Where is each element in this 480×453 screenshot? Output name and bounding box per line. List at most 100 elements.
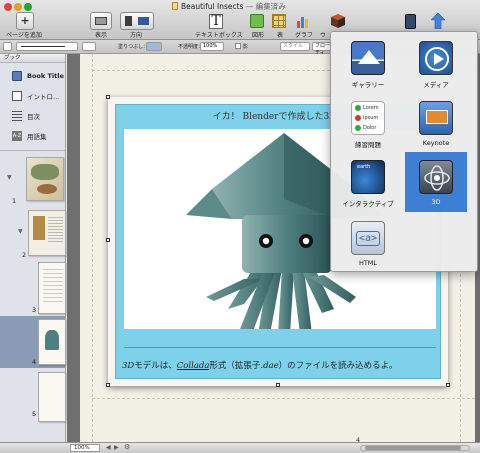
minimize-window-button[interactable] — [14, 3, 22, 11]
shadow-checkbox[interactable] — [235, 43, 241, 49]
textbox-button[interactable]: T — [208, 12, 224, 30]
share-button[interactable] — [430, 12, 446, 30]
add-page-button[interactable]: + — [16, 12, 34, 30]
html-icon: <a> — [351, 221, 385, 255]
podium-icon — [426, 110, 448, 124]
previous-page-icon[interactable]: ◀ — [106, 444, 111, 451]
insect-image — [37, 184, 57, 194]
text-lines — [43, 269, 63, 305]
media-label: メディア — [423, 81, 449, 89]
table-label: 表 — [277, 32, 284, 39]
line-style-popup[interactable] — [16, 42, 78, 51]
landscape-icon[interactable] — [138, 17, 149, 25]
fill-color-well[interactable] — [146, 42, 162, 51]
view-icon — [95, 17, 107, 25]
thumbnail-number: 1 — [12, 197, 17, 205]
widget-cube-icon — [331, 14, 345, 28]
floating-popup[interactable]: フローティ — [312, 42, 332, 56]
add-page-label: ページを追加 — [6, 32, 42, 39]
resize-handle[interactable] — [276, 383, 280, 387]
sidebar-item-label: Book Title — [27, 72, 64, 80]
chart-icon — [297, 17, 308, 28]
sidebar-item-glossary[interactable]: A-Z 用語集 — [0, 126, 65, 146]
sidebar-item-book-title[interactable]: Book Title — [0, 66, 65, 86]
shape-label: 図形 — [252, 32, 265, 39]
gear-icon[interactable]: ⚙ — [124, 443, 130, 451]
resize-handle[interactable] — [106, 238, 110, 242]
gallery-icon — [351, 41, 385, 75]
widget-3d[interactable]: 3D — [405, 152, 467, 212]
thumbnail-number: 3 — [32, 306, 37, 314]
play-icon — [419, 41, 453, 75]
stroke-style-menu[interactable] — [3, 42, 12, 51]
disclosure-triangle-icon[interactable]: ▼ — [7, 174, 12, 181]
html-label: HTML — [358, 259, 378, 267]
html-glyph: <a> — [355, 230, 381, 246]
opacity-field[interactable]: 100% — [200, 42, 224, 51]
zoom-popup[interactable]: 100% — [70, 444, 100, 452]
check-icon — [355, 105, 361, 111]
widget-interactive[interactable]: earth インタラクティブ — [337, 155, 399, 213]
chart-button[interactable] — [295, 12, 311, 30]
close-window-button[interactable] — [4, 3, 12, 11]
quiz-icon: Lorem Ipsum Dolor — [351, 101, 385, 135]
disclosure-triangle-icon[interactable]: ▼ — [18, 228, 23, 235]
sidebar-item-label: 用語集 — [27, 133, 47, 141]
sidebar-item-intro[interactable]: イントロ... — [0, 86, 65, 106]
inspector-button[interactable] — [403, 12, 417, 30]
horizontal-scrollbar[interactable] — [360, 445, 470, 451]
widget-keynote[interactable]: Keynote — [405, 96, 467, 154]
page-thumbnail[interactable] — [28, 210, 66, 256]
shadow-label: 影 — [243, 44, 249, 50]
widget-label: ウ — [320, 32, 327, 39]
inspector-icon — [404, 13, 416, 29]
widget-media[interactable]: メディア — [405, 36, 467, 94]
margin-guide — [92, 54, 93, 442]
bottom-bar: 100% ◀ ▶ ⚙ — [0, 442, 480, 453]
page-thumbnail-selected[interactable] — [38, 319, 66, 365]
quiz-line: Lorem — [363, 105, 379, 111]
sidebar: ブック Book Title イントロ... 目次 A-Z 用語集 ▼ 1 ▼ … — [0, 54, 66, 442]
insect-image — [33, 216, 45, 240]
orientation-control[interactable] — [120, 12, 154, 30]
sidebar-item-toc[interactable]: 目次 — [0, 106, 65, 126]
resize-handle[interactable] — [106, 95, 110, 99]
document-icon — [172, 2, 178, 10]
resize-handle[interactable] — [106, 383, 110, 387]
3d-icon — [419, 160, 453, 194]
page-thumbnail[interactable] — [26, 157, 64, 201]
stroke-width-field[interactable] — [82, 42, 96, 51]
keynote-icon — [419, 101, 453, 135]
earth-badge: earth — [356, 164, 372, 170]
page-thumbnail[interactable] — [38, 262, 66, 314]
widget-caption: 3Dモデルは、Collada形式（拡張子.dae）のファイルを読み込めるよ。 — [122, 361, 398, 371]
view-button[interactable] — [90, 12, 112, 30]
widget-gallery[interactable]: ギャラリー — [337, 36, 399, 94]
portrait-icon[interactable] — [125, 16, 132, 26]
zoom-window-button[interactable] — [24, 3, 32, 11]
table-button[interactable] — [271, 12, 287, 30]
keynote-label: Keynote — [422, 139, 450, 147]
line-sample-icon — [21, 46, 65, 47]
glossary-icon: A-Z — [12, 131, 22, 141]
widget-button[interactable] — [330, 12, 346, 30]
style-search-field[interactable]: スタイル — [280, 42, 310, 51]
scrollbar-thumb[interactable] — [365, 446, 461, 450]
textbox-icon: T — [209, 13, 223, 29]
sidebar-item-label: 目次 — [27, 113, 40, 121]
widget-html[interactable]: <a> HTML — [337, 216, 399, 274]
fill-label: 塗りつぶし： — [118, 44, 149, 50]
film-icon — [12, 91, 22, 101]
shape-icon — [250, 14, 264, 28]
check-icon — [355, 125, 361, 131]
resize-handle[interactable] — [446, 383, 450, 387]
widget-review[interactable]: Lorem Ipsum Dolor 練習問題 — [337, 96, 399, 154]
review-label: 練習問題 — [355, 141, 381, 149]
plus-icon: + — [20, 14, 30, 27]
cross-icon — [355, 115, 361, 121]
shape-button[interactable] — [249, 12, 265, 30]
next-page-icon[interactable]: ▶ — [114, 444, 119, 451]
interactive-label: インタラクティブ — [342, 200, 394, 208]
quiz-line: Ipsum — [363, 115, 379, 121]
page-thumbnail[interactable] — [38, 372, 66, 422]
